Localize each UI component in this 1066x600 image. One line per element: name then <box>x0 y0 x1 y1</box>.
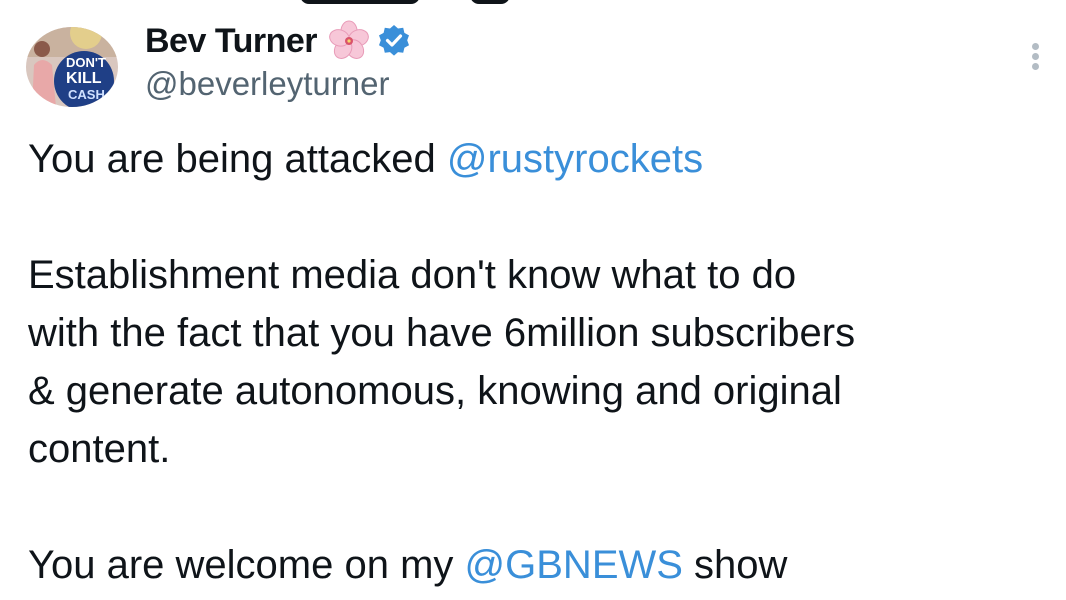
mention-link-gbnews[interactable]: @GBNEWS <box>465 543 683 587</box>
previous-content-edge <box>300 0 530 4</box>
verified-badge-icon[interactable] <box>377 24 411 58</box>
tweet-paragraph-2-line-2: with the fact that you have 6million sub… <box>28 311 856 355</box>
author-name-row: Bev Turner <box>145 19 411 63</box>
tweet-card: DON'T KILL CASH Bev Turner @beverleyturn… <box>0 0 1066 600</box>
mention-link-rustyrockets[interactable]: @rustyrockets <box>447 137 703 181</box>
tweet-paragraph-2-line-3: & generate autonomous, knowing and origi… <box>28 369 842 413</box>
display-name[interactable]: Bev Turner <box>145 22 317 61</box>
tweet-paragraph-2-line-4: content. <box>28 427 171 471</box>
avatar[interactable]: DON'T KILL CASH <box>26 27 118 107</box>
avatar-badge-line-2: KILL <box>66 70 102 87</box>
cherry-blossom-icon <box>329 20 369 59</box>
tweet-paragraph-1: You are being attacked @rustyrockets <box>28 130 1058 188</box>
avatar-badge-line-3: CASH <box>68 87 105 102</box>
avatar-badge-line-1: DON'T <box>66 55 106 70</box>
tweet-paragraph-2-line-1: Establishment media don't know what to d… <box>28 253 797 297</box>
author-handle[interactable]: @beverleyturner <box>145 65 389 103</box>
tweet-text-segment: You are welcome on my <box>28 543 465 587</box>
tweet-text-segment: You are being attacked <box>28 137 447 181</box>
more-options-button[interactable] <box>1018 38 1052 72</box>
tweet-paragraph-3: You are welcome on my @GBNEWS show <box>28 536 1058 594</box>
tweet-text: You are being attacked @rustyrockets Est… <box>28 130 1058 594</box>
more-vertical-icon <box>1032 43 1039 50</box>
tweet-text-segment: show <box>682 543 788 587</box>
